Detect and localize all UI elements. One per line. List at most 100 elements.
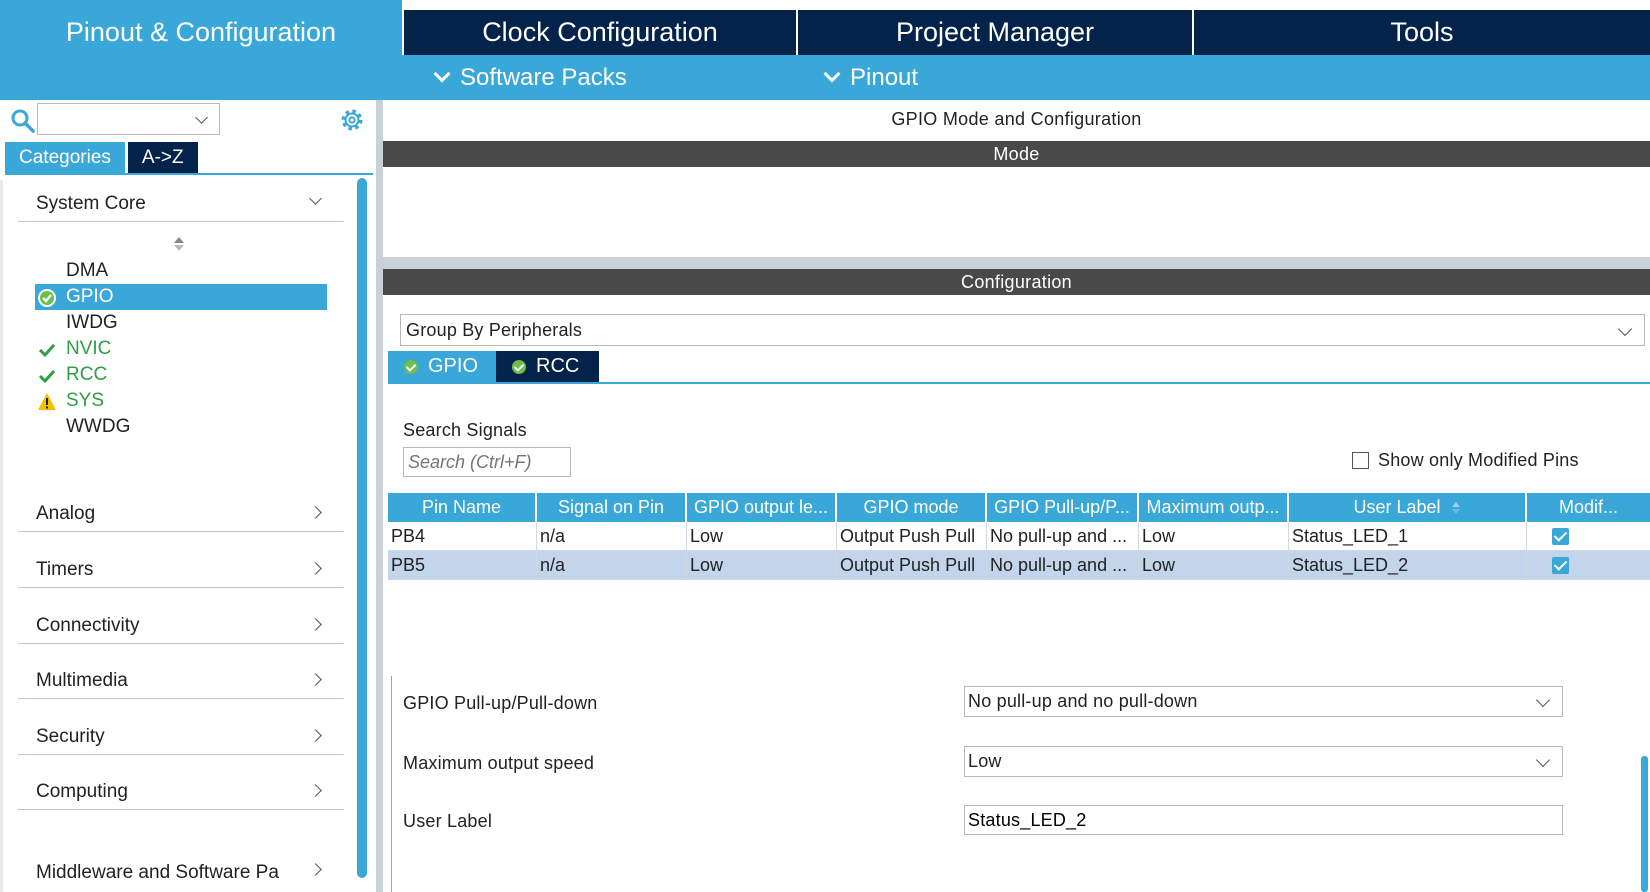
speed-label: Maximum output speed (403, 753, 595, 773)
group-timers[interactable]: Timers (18, 548, 344, 588)
category-search-combo[interactable] (37, 103, 220, 135)
chevron-down-icon (433, 65, 451, 82)
group-security[interactable]: Security (18, 715, 344, 755)
group-by-select[interactable]: Group By Peripherals (400, 314, 1645, 346)
table-row[interactable]: PB4 n/a Low Output Push Pull No pull-up … (388, 522, 1650, 551)
cell-pin-name: PB5 (388, 551, 537, 579)
group-analog[interactable]: Analog (18, 492, 344, 532)
tab-categories[interactable]: Categories (5, 142, 125, 173)
cell-mode: Output Push Pull (837, 522, 987, 550)
col-gpio-mode[interactable]: GPIO mode (837, 493, 987, 522)
cell-mode: Output Push Pull (837, 551, 987, 579)
col-gpio-pull[interactable]: GPIO Pull-up/P... (987, 493, 1139, 522)
group-label: Timers (36, 559, 94, 580)
group-by-value: Group By Peripherals (406, 319, 583, 340)
chevron-right-icon (309, 784, 322, 797)
panel-frame (0, 180, 3, 892)
chevron-down-icon (1535, 692, 1551, 708)
cell-output-level: Low (687, 551, 837, 579)
gear-icon[interactable] (338, 106, 366, 134)
table-row[interactable]: PB5 n/a Low Output Push Pull No pull-up … (388, 551, 1650, 580)
group-label: Security (36, 726, 105, 747)
group-multimedia[interactable]: Multimedia (18, 659, 344, 699)
search-icon[interactable] (10, 108, 36, 134)
panel-divider[interactable] (376, 100, 383, 892)
check-circle-icon (38, 289, 56, 307)
core-item-dma[interactable]: DMA (35, 258, 327, 284)
tab-gpio[interactable]: GPIO (388, 351, 496, 382)
pinout-menu[interactable]: Pinout (823, 55, 918, 100)
tab-tools[interactable]: Tools (1194, 10, 1650, 55)
modified-checkbox[interactable] (1552, 527, 1569, 545)
col-gpio-output-level[interactable]: GPIO output le... (687, 493, 837, 522)
col-signal-on-pin[interactable]: Signal on Pin (537, 493, 687, 522)
show-modified-pins-checkbox[interactable]: Show only Modified Pins (1352, 450, 1579, 471)
col-pin-name[interactable]: Pin Name (388, 493, 537, 522)
core-item-label: WWDG (66, 416, 131, 437)
search-signals-input[interactable] (403, 447, 571, 477)
chevron-down-icon (1617, 321, 1633, 337)
category-view-tabs: Categories A->Z (5, 142, 198, 173)
tab-pinout-configuration[interactable]: Pinout & Configuration (0, 0, 402, 55)
core-item-sys[interactable]: SYS (35, 388, 327, 414)
group-computing[interactable]: Computing (18, 770, 344, 810)
software-packs-menu[interactable]: Software Packs (433, 55, 627, 100)
user-label-input[interactable] (964, 805, 1563, 835)
col-max-output-speed[interactable]: Maximum outp... (1139, 493, 1289, 522)
core-item-rcc[interactable]: RCC (35, 362, 327, 388)
cell-output-level: Low (687, 522, 837, 550)
group-connectivity[interactable]: Connectivity (18, 604, 344, 644)
core-item-label: GPIO (66, 286, 114, 307)
tab-project-manager[interactable]: Project Manager (798, 10, 1192, 55)
col-modified[interactable]: Modif... (1527, 493, 1650, 522)
tab-a-to-z[interactable]: A->Z (127, 142, 198, 173)
section-gap (383, 257, 1650, 269)
table-header-row: Pin Name Signal on Pin GPIO output le...… (388, 493, 1650, 522)
panel-title: GPIO Mode and Configuration (891, 109, 1142, 129)
chevron-right-icon (309, 673, 322, 686)
group-label: Computing (36, 781, 128, 802)
software-packs-label: Software Packs (460, 63, 627, 91)
cell-user-label: Status_LED_1 (1289, 522, 1527, 550)
check-circle-icon (404, 359, 418, 374)
peripheral-tabs: GPIO RCC (388, 351, 599, 382)
pull-select[interactable]: No pull-up and no pull-down (964, 686, 1563, 717)
top-tab-bar: Pinout & Configuration Clock Configurati… (0, 0, 1650, 55)
chevron-right-icon (309, 562, 322, 575)
chevron-right-icon (309, 506, 322, 519)
right-scrollbar[interactable] (1641, 756, 1648, 892)
speed-select[interactable]: Low (964, 746, 1563, 777)
core-item-wwdg[interactable]: WWDG (35, 414, 327, 440)
mode-label: Mode (993, 143, 1040, 164)
user-label-label: User Label (403, 811, 493, 831)
core-item-iwdg[interactable]: IWDG (35, 310, 327, 336)
col-user-label[interactable]: User Label (1289, 493, 1527, 522)
tab-underline (388, 382, 1650, 384)
cell-signal: n/a (537, 522, 687, 550)
core-item-nvic[interactable]: NVIC (35, 336, 327, 362)
sort-icon[interactable] (172, 236, 186, 252)
warning-icon (38, 393, 56, 410)
core-item-gpio[interactable]: GPIO (35, 284, 327, 310)
group-middleware[interactable]: Middleware and Software Pa (18, 826, 344, 883)
tab-clock-configuration[interactable]: Clock Configuration (404, 10, 796, 55)
core-item-label: NVIC (66, 338, 112, 359)
tab-rcc[interactable]: RCC (496, 351, 599, 382)
group-system-core[interactable]: System Core (18, 182, 344, 222)
cell-pull: No pull-up and ... (987, 522, 1139, 550)
mode-section-bar: Mode (383, 141, 1650, 167)
checkbox-box (1352, 452, 1369, 469)
chevron-right-icon (309, 618, 322, 631)
check-icon (38, 343, 56, 358)
check-icon (38, 369, 56, 384)
modified-checkbox[interactable] (1552, 556, 1569, 574)
cell-pull: No pull-up and ... (987, 551, 1139, 579)
chevron-right-icon (309, 863, 322, 876)
tab-underline (5, 173, 373, 175)
left-scrollbar[interactable] (357, 178, 367, 878)
pull-value: No pull-up and no pull-down (968, 691, 1198, 711)
cell-pin-name: PB4 (388, 522, 537, 550)
tab-label: RCC (536, 355, 580, 377)
group-label: Middleware and Software Pa (36, 862, 279, 883)
group-label: Multimedia (36, 670, 128, 691)
